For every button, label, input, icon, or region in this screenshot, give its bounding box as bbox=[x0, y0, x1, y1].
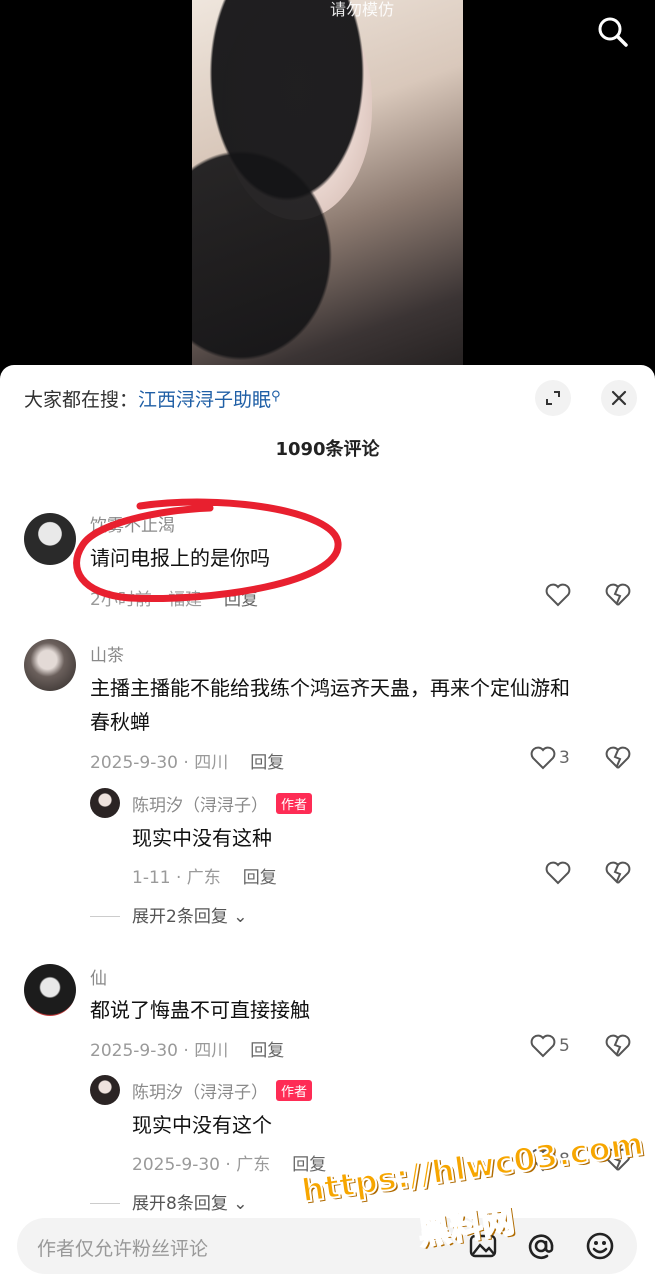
search-link[interactable]: 江西浔浔子助眠 bbox=[138, 389, 271, 411]
avatar[interactable] bbox=[24, 513, 76, 565]
reply-username[interactable]: 陈玥汐（浔浔子） 作者 bbox=[132, 1078, 313, 1103]
expand-replies-button[interactable]: 展开2条回复 ⌄ bbox=[90, 902, 247, 927]
broken-heart-icon[interactable] bbox=[605, 1034, 631, 1058]
avatar[interactable] bbox=[90, 788, 120, 818]
comment-meta: 2025-9-30 · 四川 回复 bbox=[90, 1041, 285, 1061]
comment-count: 1090条评论 bbox=[275, 439, 380, 460]
heart-icon[interactable] bbox=[530, 1034, 556, 1058]
heart-icon[interactable] bbox=[530, 746, 556, 770]
comment-meta: 2025-9-30 · 四川 回复 bbox=[90, 753, 285, 773]
comment-text: 都说了悔蛊不可直接接触 bbox=[90, 998, 310, 1022]
search-small-icon: ⚲ bbox=[271, 389, 281, 404]
video-overlay-text: 请勿模仿 bbox=[330, 0, 395, 19]
search-prefix: 大家都在搜： bbox=[24, 389, 139, 411]
broken-heart-icon[interactable] bbox=[605, 583, 631, 607]
avatar[interactable] bbox=[24, 964, 76, 1016]
reply-button[interactable]: 回复 bbox=[243, 868, 277, 888]
reply-button[interactable]: 回复 bbox=[250, 1041, 284, 1061]
broken-heart-icon[interactable] bbox=[605, 861, 631, 885]
search-icon[interactable] bbox=[595, 14, 631, 50]
like-count: 5 bbox=[559, 1036, 570, 1056]
emoji-icon[interactable] bbox=[584, 1230, 616, 1262]
reply-button[interactable]: 回复 bbox=[250, 753, 284, 773]
author-badge: 作者 bbox=[276, 793, 313, 814]
broken-heart-icon[interactable] bbox=[605, 746, 631, 770]
comment-username[interactable]: 山茶 bbox=[90, 641, 124, 666]
reply-meta: 2025-9-30 · 广东 回复 bbox=[132, 1155, 327, 1175]
reply-username[interactable]: 陈玥汐（浔浔子） 作者 bbox=[132, 791, 313, 816]
author-badge: 作者 bbox=[276, 1080, 313, 1101]
reply-button[interactable]: 回复 bbox=[224, 590, 258, 610]
comment-text: 主播主播能不能给我练个鸿运齐天蛊，再来个定仙游和 bbox=[90, 676, 570, 700]
close-icon[interactable] bbox=[601, 380, 637, 416]
chevron-down-icon: ⌄ bbox=[233, 907, 248, 927]
comment-username[interactable]: 仙 bbox=[90, 964, 107, 989]
reply-meta: 1-11 · 广东 回复 bbox=[132, 868, 277, 888]
comment-meta: 2小时前 · 福建 回复 bbox=[90, 590, 259, 610]
avatar[interactable] bbox=[90, 1075, 120, 1105]
comment-text: 请问电报上的是你吗 bbox=[90, 546, 270, 570]
video-frame bbox=[192, 0, 463, 365]
chevron-down-icon: ⌄ bbox=[233, 1194, 248, 1214]
expand-replies-button[interactable]: 展开8条回复 ⌄ bbox=[90, 1189, 247, 1214]
comment-text-cont: 春秋蝉 bbox=[90, 710, 150, 734]
search-suggestion[interactable]: 大家都在搜：江西浔浔子助眠⚲ bbox=[24, 385, 281, 412]
like-count: 3 bbox=[559, 748, 570, 768]
comment-username[interactable]: 饮雾不止渴 bbox=[90, 511, 175, 536]
comment-input-placeholder: 作者仅允许粉丝评论 bbox=[37, 1238, 209, 1260]
avatar[interactable] bbox=[24, 639, 76, 691]
heart-icon[interactable] bbox=[545, 861, 571, 885]
expand-icon[interactable] bbox=[535, 380, 571, 416]
video-player[interactable]: 请勿模仿 bbox=[0, 0, 655, 380]
reply-text: 现实中没有这种 bbox=[132, 826, 272, 850]
reply-text: 现实中没有这个 bbox=[132, 1113, 272, 1137]
comment-input[interactable]: 作者仅允许粉丝评论 bbox=[17, 1218, 637, 1274]
heart-icon[interactable] bbox=[545, 583, 571, 607]
at-mention-icon[interactable] bbox=[525, 1230, 557, 1262]
